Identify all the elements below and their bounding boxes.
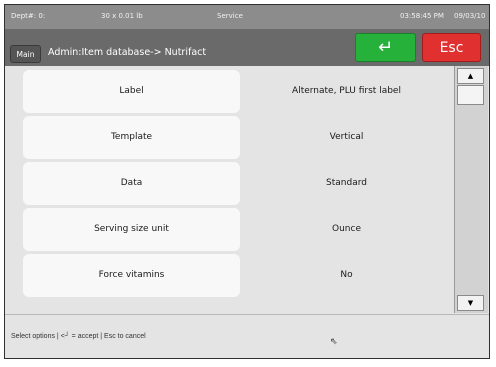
option-row-data[interactable]: Data Standard [23,162,453,205]
option-value[interactable]: Ounce [240,208,453,251]
status-date: 09/03/10 [454,12,486,20]
page-title: Admin:Item database-> Nutrifact [48,47,207,58]
title-bar: Main Admin:Item database-> Nutrifact ↵ E… [5,29,489,66]
hint-text: Select options | <┘ = accept | Esc to ca… [11,333,146,340]
scroll-up-button[interactable]: ▲ [457,68,484,84]
arrow-up-icon: ▲ [467,72,474,80]
enter-icon: ↵ [377,37,394,58]
option-row-serving-size-unit[interactable]: Serving size unit Ounce [23,208,453,251]
option-label[interactable]: Template [23,116,240,159]
status-time: 03:58:45 PM [400,12,444,20]
option-value[interactable]: No [240,254,453,297]
option-value[interactable]: Vertical [240,116,453,159]
mouse-cursor-icon: ⇖ [330,337,338,347]
option-value[interactable]: Standard [240,162,453,205]
option-label[interactable]: Force vitamins [23,254,240,297]
option-value[interactable]: Alternate, PLU first label [240,70,453,113]
esc-button[interactable]: Esc [422,33,481,62]
option-row-label[interactable]: Label Alternate, PLU first label [23,70,453,113]
option-label[interactable]: Data [23,162,240,205]
footer-bar: Select options | <┘ = accept | Esc to ca… [5,314,489,358]
status-bar: Dept#: 0: 30 x 0.01 lb Service 03:58:45 … [5,5,489,29]
options-list: Label Alternate, PLU first label Templat… [5,66,453,313]
accept-button[interactable]: ↵ [355,33,416,62]
arrow-down-icon: ▼ [467,299,474,307]
option-label[interactable]: Label [23,70,240,113]
scroll-down-button[interactable]: ▼ [457,295,484,311]
scroll-thumb[interactable] [457,85,484,105]
scale-screen: Dept#: 0: 30 x 0.01 lb Service 03:58:45 … [4,4,490,359]
status-dept: Dept#: 0: [11,12,46,20]
main-button[interactable]: Main [10,45,41,63]
option-row-force-vitamins[interactable]: Force vitamins No [23,254,453,297]
option-row-template[interactable]: Template Vertical [23,116,453,159]
option-label[interactable]: Serving size unit [23,208,240,251]
status-mode: Service [217,12,243,20]
scrollbar[interactable]: ▲ ▼ [454,66,488,313]
status-weight: 30 x 0.01 lb [101,12,143,20]
